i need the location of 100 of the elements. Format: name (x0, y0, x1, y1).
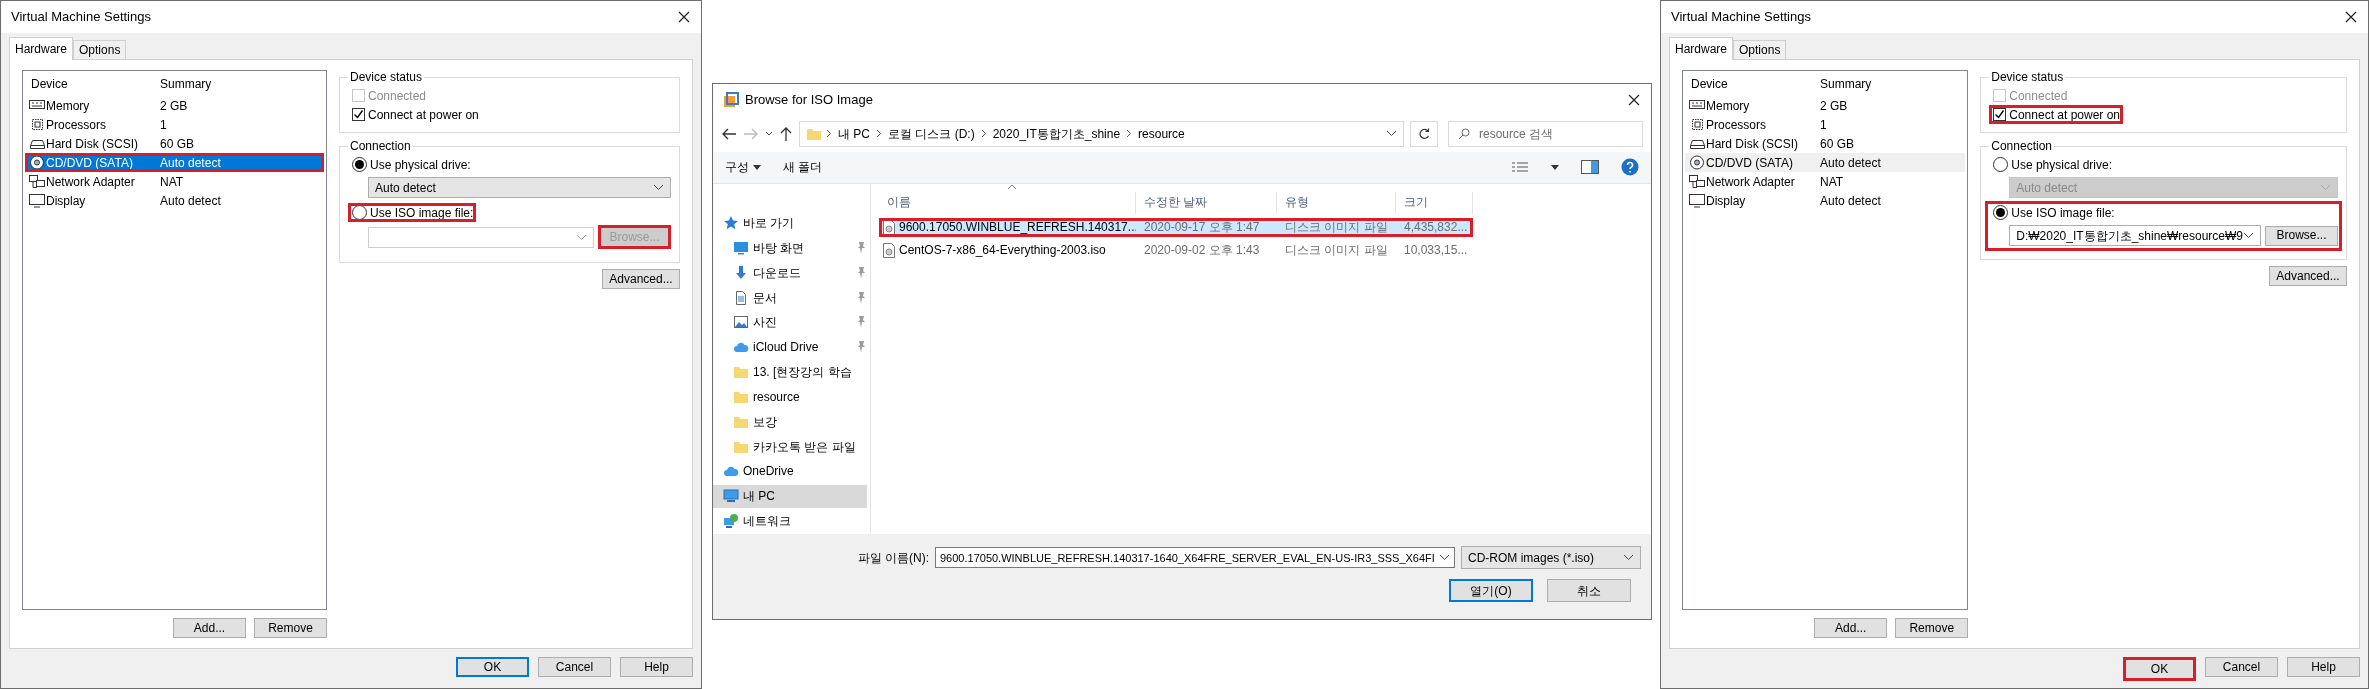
list-button[interactable]: Remove (254, 618, 327, 638)
file-type-dropdown[interactable]: CD-ROM images (*.iso) (1461, 546, 1641, 570)
dialog-button[interactable]: 열기(O) (1449, 579, 1533, 603)
device-row[interactable]: Display Auto detect (1685, 191, 1966, 210)
group-title: Device status (349, 70, 424, 84)
device-summary: 60 GB (160, 135, 195, 153)
dialog-button[interactable]: Help (620, 657, 693, 677)
file-date: 2020-09-17 오후 1:47 (1143, 219, 1261, 237)
device-summary: Auto detect (1820, 154, 1881, 172)
column-header[interactable]: 유형 (1277, 191, 1396, 214)
path-field[interactable]: D:₩2020_IT통합기초_shine₩resource₩9 (2009, 225, 2261, 246)
device-summary: Auto detect (160, 192, 221, 210)
checkbox[interactable]: Connect at power on (1989, 105, 2123, 124)
breadcrumb[interactable]: 2020_IT통합기초_shine (990, 124, 1123, 143)
group-title: Device status (1990, 70, 2065, 84)
radio-button[interactable]: Use physical drive: (348, 155, 474, 174)
device-row[interactable]: Memory 2 GB (25, 96, 324, 115)
window-title: Virtual Machine Settings (11, 8, 152, 27)
file-type: 디스크 이미지 파일 (1284, 219, 1389, 237)
radio-button[interactable]: Use ISO image file: (1989, 203, 2118, 222)
column-header[interactable]: 수정한 날짜 (1136, 191, 1277, 214)
group-title: Connection (349, 139, 412, 153)
device-row[interactable]: Processors 1 (1685, 115, 1966, 134)
column-header: Device (1690, 75, 1729, 93)
device-summary: 2 GB (160, 97, 188, 115)
nav-item[interactable]: 바로 가기 (713, 211, 867, 235)
device-name: Memory (46, 97, 90, 115)
device-name: Hard Disk (SCSI) (46, 135, 138, 153)
column-header[interactable]: 이름 (879, 191, 1136, 214)
device-row[interactable]: Memory 2 GB (1685, 96, 1966, 115)
dropdown[interactable]: Auto detect (368, 177, 671, 198)
toolbar-button[interactable]: 새 폴더 (783, 158, 823, 177)
tab[interactable]: Hardware (9, 37, 74, 60)
device-name: Display (1706, 192, 1746, 210)
advanced-button[interactable]: Advanced... (2269, 266, 2347, 286)
device-name: CD/DVD (SATA) (46, 154, 133, 172)
device-summary: Auto detect (160, 154, 221, 172)
file-size: 10,033,15... (1403, 242, 1469, 260)
file-name: CentOS-7-x86_64-Everything-2003.iso (899, 242, 1106, 260)
device-name: Memory (1706, 97, 1750, 115)
dialog-button[interactable]: OK (456, 657, 529, 677)
dialog-button[interactable]: OK (2123, 657, 2196, 681)
dialog-button[interactable]: Cancel (2205, 657, 2278, 677)
device-name: Processors (46, 116, 107, 134)
list-button[interactable]: Remove (1895, 618, 1969, 638)
nav-item[interactable]: OneDrive (713, 459, 867, 483)
device-summary: NAT (160, 173, 184, 191)
window-title: Virtual Machine Settings (1671, 8, 1812, 27)
column-header: Summary (160, 75, 212, 93)
tab[interactable]: Options (73, 40, 127, 59)
list-button[interactable]: Add... (1814, 618, 1888, 638)
toolbar-button[interactable]: 구성 (725, 158, 761, 177)
nav-item[interactable]: 바탕 화면 (713, 236, 867, 260)
column-header[interactable]: 크기 (1396, 191, 1473, 214)
window-title: Browse for ISO Image (745, 91, 874, 110)
list-button[interactable]: Add... (173, 618, 246, 638)
breadcrumb[interactable]: resource (1136, 124, 1187, 143)
nav-item[interactable]: 보강 (713, 410, 867, 434)
group-title: Connection (1990, 139, 2053, 153)
dialog-button[interactable]: Cancel (538, 657, 611, 677)
device-row[interactable]: Network Adapter NAT (1685, 172, 1966, 191)
nav-item[interactable]: 문서 (713, 286, 867, 310)
browse-button[interactable]: Browse... (2265, 225, 2338, 246)
device-row[interactable]: Display Auto detect (25, 191, 324, 210)
file-row[interactable]: 9600.17050.WINBLUE_REFRESH.140317... 2020-09-17 오후 1:47 디스크 이미지 파일 4,435,832... (879, 217, 1473, 237)
device-row[interactable]: Hard Disk (SCSI) 60 GB (1685, 134, 1966, 153)
breadcrumb[interactable]: 내 PC (836, 124, 872, 143)
nav-item[interactable]: 내 PC (713, 484, 867, 508)
device-name: Network Adapter (1706, 173, 1795, 191)
nav-item[interactable]: 카카오톡 받은 파일 (713, 435, 867, 459)
search-field[interactable]: resource 검색 (1448, 120, 1643, 147)
checkbox[interactable]: Connect at power on (348, 105, 482, 124)
device-summary: 2 GB (1820, 97, 1848, 115)
nav-item[interactable]: 사진 (713, 311, 867, 334)
nav-item[interactable]: resource (713, 385, 867, 409)
advanced-button[interactable]: Advanced... (602, 269, 680, 289)
radio-button[interactable]: Use physical drive: (1989, 155, 2115, 174)
device-row[interactable]: Network Adapter NAT (25, 172, 324, 191)
address-bar[interactable]: 내 PC 로컬 디스크 (D:) 2020_IT통합기초_shine resource (799, 120, 1404, 147)
dialog-button[interactable]: Help (2287, 657, 2360, 677)
device-name: Display (46, 192, 86, 210)
radio-button[interactable]: Use ISO image file: (348, 203, 477, 222)
file-name-field[interactable]: 9600.17050.WINBLUE_REFRESH.140317-1640_X64FRE_SERVER_EVAL_EN-US-IR3_SSS_X64FI (935, 547, 1455, 569)
device-row[interactable]: CD/DVD (SATA) Auto detect (1685, 153, 1966, 172)
nav-item[interactable]: iCloud Drive (713, 335, 867, 359)
device-name: CD/DVD (SATA) (1706, 154, 1793, 172)
nav-item[interactable]: 13. [현장강의 학습 (713, 360, 867, 384)
device-summary: NAT (1820, 173, 1844, 191)
file-row[interactable]: CentOS-7-x86_64-Everything-2003.iso 2020-09-02 오후 1:43 디스크 이미지 파일 10,033,15... (879, 240, 1473, 260)
breadcrumb[interactable]: 로컬 디스크 (D:) (886, 124, 977, 143)
nav-item[interactable]: 네트워크 (713, 509, 867, 533)
device-summary: Auto detect (1820, 192, 1881, 210)
nav-item[interactable]: 다운로드 (713, 261, 867, 285)
tab[interactable]: Hardware (1669, 37, 1734, 60)
device-name: Hard Disk (SCSI) (1706, 135, 1798, 153)
tab[interactable]: Options (1733, 40, 1787, 59)
device-row[interactable]: Processors 1 (25, 115, 324, 134)
device-row[interactable]: CD/DVD (SATA) Auto detect (25, 153, 324, 172)
device-row[interactable]: Hard Disk (SCSI) 60 GB (25, 134, 324, 153)
dialog-button[interactable]: 취소 (1547, 579, 1631, 603)
